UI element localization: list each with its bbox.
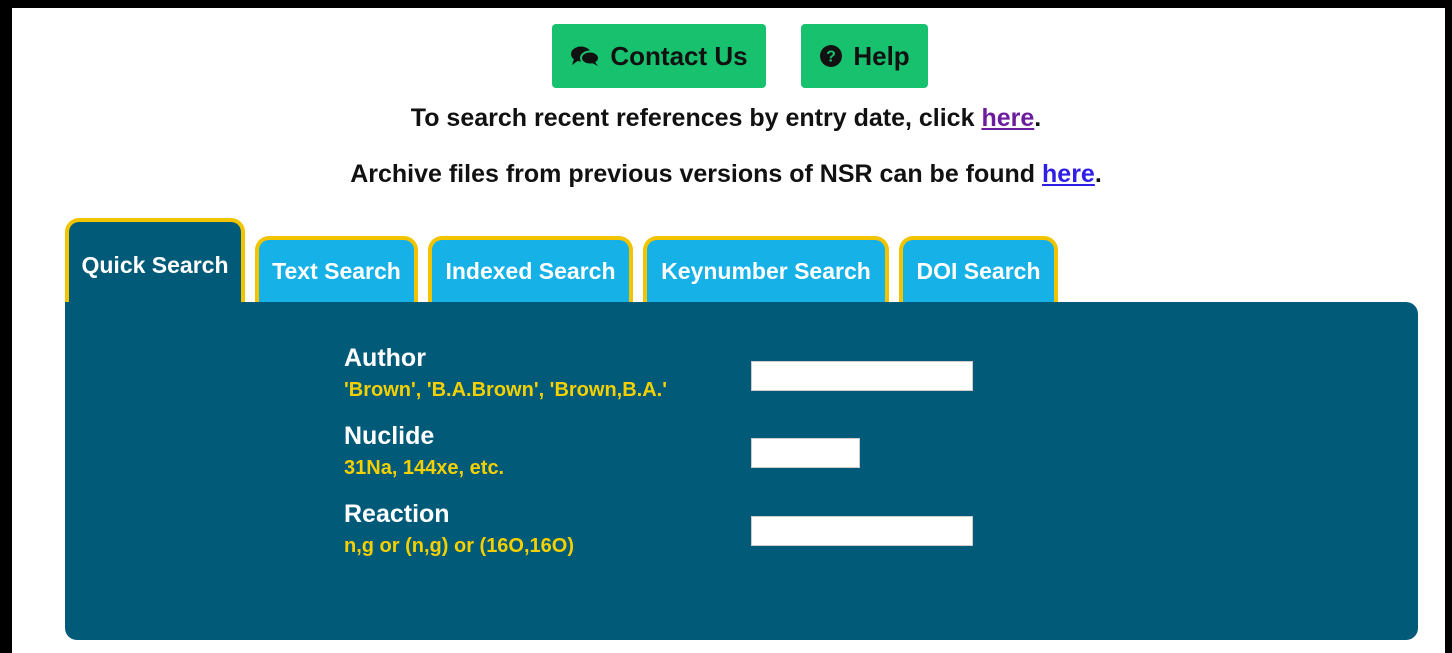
recent-references-notice: To search recent references by entry dat… (0, 104, 1452, 133)
comments-icon (570, 45, 601, 67)
archive-notice: Archive files from previous versions of … (0, 160, 1452, 189)
tab-doi-search[interactable]: DOI Search (899, 236, 1058, 302)
recent-notice-period: . (1034, 104, 1042, 132)
reaction-hint: n,g or (n,g) or (16O,16O) (344, 535, 575, 557)
archive-notice-period: . (1094, 160, 1102, 188)
top-button-bar: Contact Us ? Help (0, 24, 1452, 88)
recent-references-link[interactable]: here (981, 104, 1034, 132)
tab-label: Keynumber Search (661, 257, 871, 284)
nuclide-input[interactable] (751, 438, 860, 468)
tab-text-search[interactable]: Text Search (255, 236, 418, 302)
archive-link[interactable]: here (1042, 160, 1095, 188)
author-label: Author (344, 344, 426, 372)
tab-label: Text Search (272, 257, 401, 284)
help-label: Help (853, 40, 910, 71)
reaction-input[interactable] (751, 516, 973, 546)
tab-indexed-search[interactable]: Indexed Search (428, 236, 633, 302)
tab-quick-search[interactable]: Quick Search (65, 218, 245, 302)
tab-keynumber-search[interactable]: Keynumber Search (643, 236, 889, 302)
nuclide-hint: 31Na, 144xe, etc. (344, 457, 505, 479)
tab-label: Indexed Search (445, 257, 616, 284)
tab-label: DOI Search (916, 257, 1041, 284)
reaction-label: Reaction (344, 500, 450, 528)
author-input[interactable] (751, 361, 973, 391)
nuclide-label: Nuclide (344, 422, 435, 450)
svg-text:?: ? (826, 49, 836, 66)
tab-label: Quick Search (81, 252, 229, 278)
question-circle-icon: ? (819, 44, 843, 68)
quick-search-panel (65, 302, 1418, 640)
recent-notice-text: To search recent references by entry dat… (410, 104, 982, 132)
archive-notice-text: Archive files from previous versions of … (350, 160, 1043, 188)
author-hint: 'Brown', 'B.A.Brown', 'Brown,B.A.' (344, 379, 667, 401)
help-button[interactable]: ? Help (801, 24, 928, 88)
contact-us-label: Contact Us (610, 40, 748, 71)
contact-us-button[interactable]: Contact Us (552, 24, 766, 88)
